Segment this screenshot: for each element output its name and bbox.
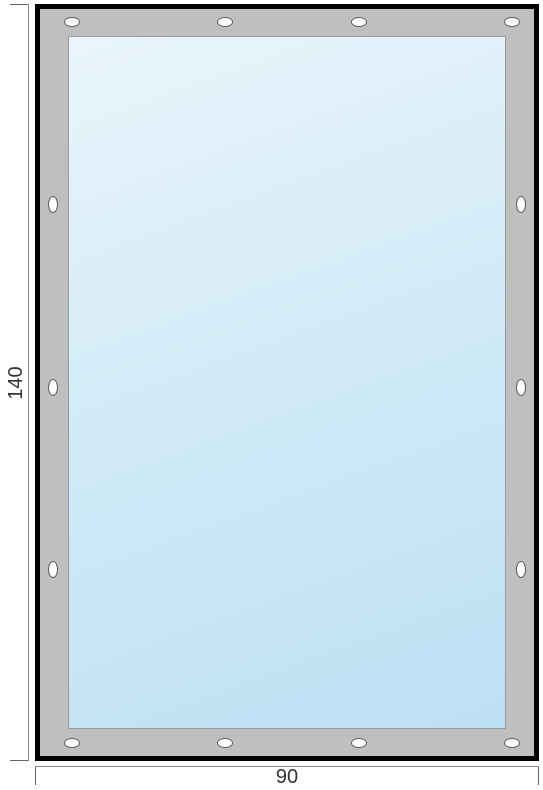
panel-outer-border (35, 4, 539, 761)
eyelet-bottom-3 (504, 738, 520, 748)
eyelet-right-1 (516, 379, 526, 396)
tarpaulin-diagram: 140 90 (0, 0, 543, 790)
eyelet-right-0 (516, 196, 526, 213)
dimension-vertical-tick-bottom (10, 760, 28, 761)
eyelet-bottom-1 (217, 738, 233, 748)
eyelet-top-1 (217, 17, 233, 27)
dimension-vertical: 140 (6, 4, 31, 761)
panel-transparent-sheet (68, 36, 506, 729)
eyelet-bottom-2 (351, 738, 367, 748)
panel-frame (40, 9, 534, 756)
eyelet-top-2 (351, 17, 367, 27)
eyelet-bottom-0 (64, 738, 80, 748)
dimension-horizontal: 90 (35, 763, 539, 788)
eyelet-left-2 (48, 561, 58, 578)
eyelet-right-2 (516, 561, 526, 578)
eyelet-left-1 (48, 379, 58, 396)
dimension-horizontal-tick-left (35, 767, 36, 785)
eyelet-top-0 (64, 17, 80, 27)
dimension-vertical-tick-top (10, 4, 28, 5)
eyelet-top-3 (504, 17, 520, 27)
dimension-vertical-label: 140 (5, 366, 28, 399)
dimension-horizontal-label: 90 (276, 766, 298, 789)
eyelet-left-0 (48, 196, 58, 213)
dimension-horizontal-tick-right (538, 767, 539, 785)
